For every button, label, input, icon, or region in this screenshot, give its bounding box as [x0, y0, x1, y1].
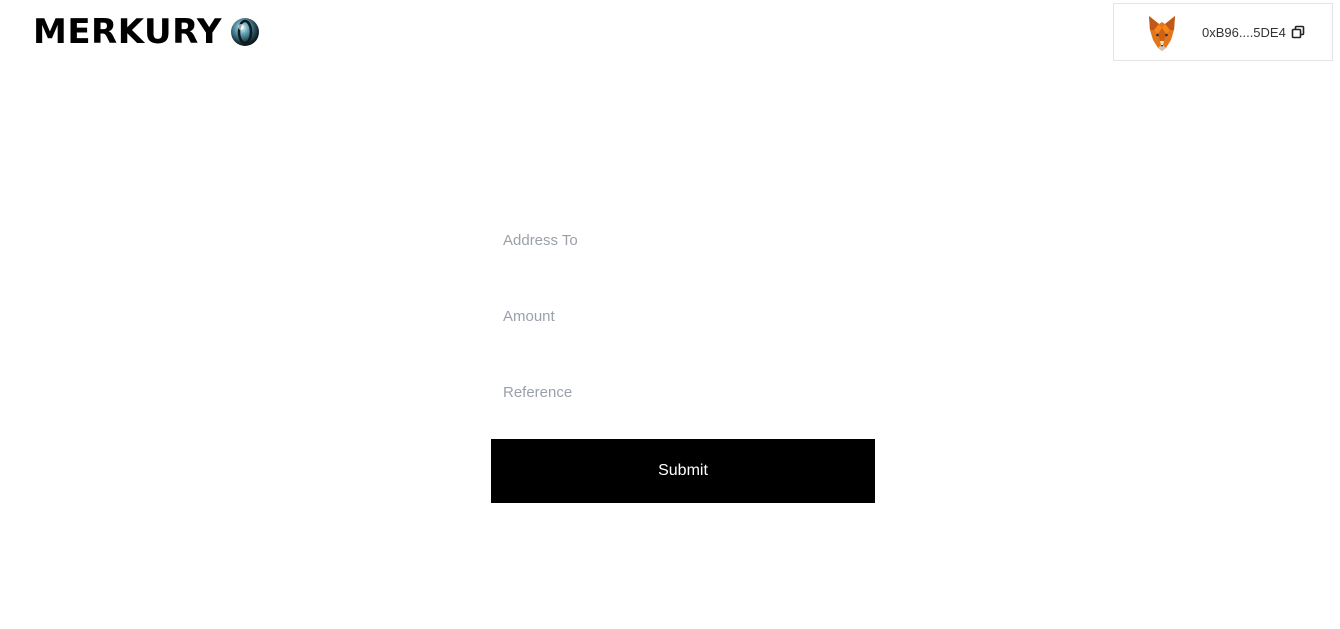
submit-button[interactable]: Submit [491, 439, 875, 503]
page: MERKURY 0xB96....5DE4 Address To Amount … [0, 0, 1340, 629]
address-to-input[interactable] [491, 216, 875, 264]
metamask-fox-icon [1147, 14, 1177, 52]
brand-name: MERKURY [33, 12, 223, 52]
copy-icon[interactable] [1291, 25, 1305, 39]
transfer-form [491, 216, 875, 416]
reference-input[interactable] [491, 368, 875, 416]
amount-input[interactable] [491, 292, 875, 340]
brand-logo[interactable]: MERKURY [33, 12, 260, 52]
wallet-connection-panel: 0xB96....5DE4 [1113, 3, 1333, 61]
wallet-address: 0xB96....5DE4 [1202, 25, 1286, 40]
planet-orb-icon [230, 17, 260, 47]
